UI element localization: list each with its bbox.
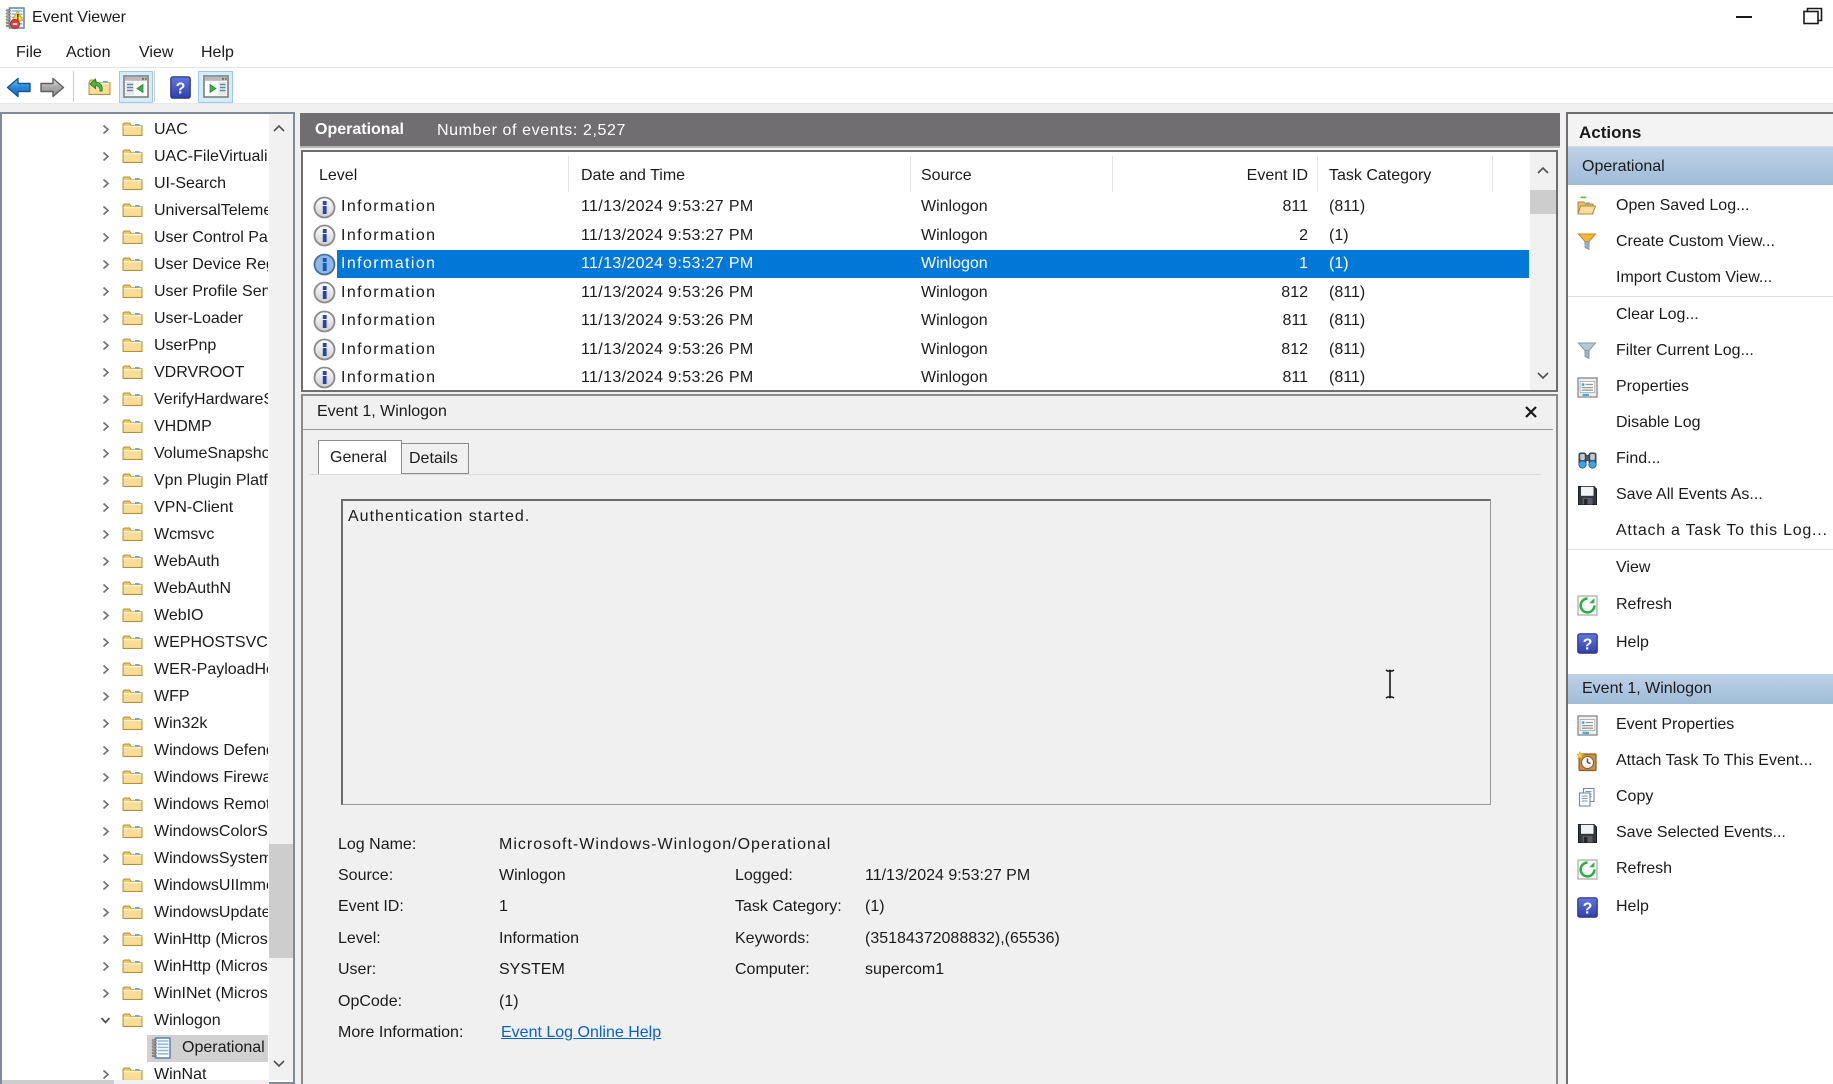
svg-text:?: ? (176, 81, 186, 98)
svg-text:?: ? (1583, 636, 1593, 653)
svg-text:?: ? (1583, 900, 1593, 917)
